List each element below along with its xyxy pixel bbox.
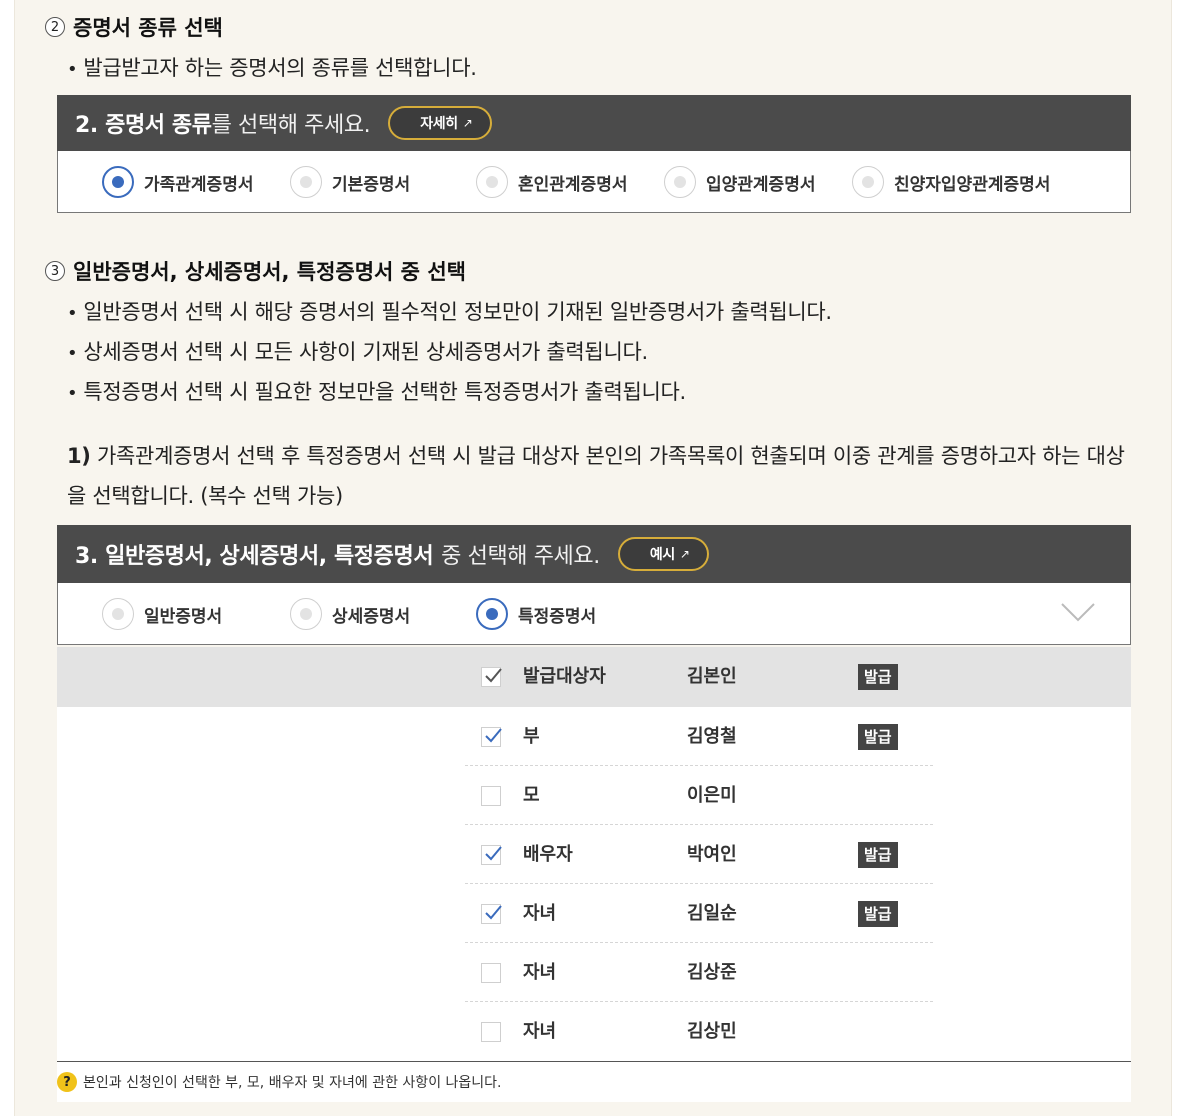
check-icon bbox=[485, 846, 502, 861]
radio-circle-icon bbox=[290, 598, 322, 630]
family-row: 발급대상자 김본인 발급 bbox=[57, 647, 1131, 707]
family-checkbox[interactable] bbox=[481, 904, 502, 924]
issue-badge: 발급 bbox=[858, 901, 898, 927]
section3-bullet-1: 일반증명서 선택 시 해당 증명서의 필수적인 정보만이 기재된 일반증명서가 … bbox=[67, 296, 832, 326]
family-relation: 부 bbox=[523, 726, 540, 747]
radio-label: 입양관계증명서 bbox=[706, 174, 816, 195]
header-strong: 3. 일반증명서, 상세증명서, 특정증명서 bbox=[75, 544, 434, 569]
family-checkbox[interactable] bbox=[481, 667, 502, 687]
radio-circle-icon bbox=[102, 598, 134, 630]
section3-title: 3 일반증명서, 상세증명서, 특정증명서 중 선택 bbox=[45, 256, 466, 286]
example-button-label: 예시 bbox=[649, 547, 675, 563]
family-name: 김영철 bbox=[687, 726, 737, 747]
radio-label: 일반증명서 bbox=[144, 606, 223, 627]
certificate-type-options: 가족관계증명서 기본증명서 혼인관계증명서 입양관계증명서 친양자입양관계증명서 bbox=[57, 151, 1131, 213]
radio-label: 상세증명서 bbox=[332, 606, 411, 627]
family-row: 자녀 김일순 발급 bbox=[57, 884, 1131, 943]
family-row: 부 김영철 발급 bbox=[57, 707, 1131, 766]
family-checkbox[interactable] bbox=[481, 963, 501, 983]
family-name: 박여인 bbox=[687, 844, 737, 865]
radio-circle-icon bbox=[664, 166, 696, 198]
footnote: ? 본인과 신청인이 선택한 부, 모, 배우자 및 자녀에 관한 사항이 나옵… bbox=[57, 1062, 1131, 1102]
radio-label: 특정증명서 bbox=[518, 606, 597, 627]
family-relation: 발급대상자 bbox=[523, 666, 606, 687]
instruction-text: 가족관계증명서 선택 후 특정증명서 선택 시 발급 대상자 본인의 가족목록이… bbox=[67, 444, 1125, 508]
section3-bullet-3: 특정증명서 선택 시 필요한 정보만을 선택한 특정증명서가 출력됩니다. bbox=[67, 376, 686, 406]
radio-circle-icon bbox=[476, 166, 508, 198]
check-icon bbox=[485, 668, 502, 683]
header-light: 중 선택해 주세요. bbox=[441, 544, 600, 569]
issue-badge: 발급 bbox=[858, 664, 898, 690]
check-icon bbox=[485, 905, 502, 920]
detail-button[interactable]: 자세히 ↗ bbox=[388, 106, 493, 140]
question-icon: ? bbox=[57, 1072, 77, 1092]
family-relation: 자녀 bbox=[523, 903, 557, 924]
issue-badge: 발급 bbox=[858, 842, 898, 868]
family-checkbox[interactable] bbox=[481, 727, 502, 747]
header-strong: 2. 증명서 종류 bbox=[75, 113, 212, 138]
radio-family-relation[interactable]: 가족관계증명서 bbox=[102, 151, 253, 213]
certificate-type-panel: 2. 증명서 종류 를 선택해 주세요. 자세히 ↗ 가족관계증명서 기본증명서… bbox=[57, 95, 1131, 213]
example-button[interactable]: 예시 ↗ bbox=[617, 537, 710, 571]
family-relation: 배우자 bbox=[523, 844, 573, 865]
radio-marriage[interactable]: 혼인관계증명서 bbox=[476, 151, 627, 213]
radio-specific[interactable]: 특정증명서 bbox=[476, 583, 596, 645]
radio-basic[interactable]: 기본증명서 bbox=[290, 151, 410, 213]
radio-full-adoption[interactable]: 친양자입양관계증명서 bbox=[852, 151, 1050, 213]
family-name: 김상준 bbox=[687, 962, 737, 983]
family-row: 자녀 김상민 bbox=[57, 1002, 1131, 1061]
section3-bullet-2: 상세증명서 선택 시 모든 사항이 기재된 상세증명서가 출력됩니다. bbox=[67, 336, 648, 366]
radio-label: 기본증명서 bbox=[332, 174, 411, 195]
family-relation: 자녀 bbox=[523, 962, 557, 983]
family-list: 발급대상자 김본인 발급 부 김영철 발급 모 이은미 배우자 박여인 발급 자… bbox=[57, 647, 1131, 1061]
section2-bullet: 발급받고자 하는 증명서의 종류를 선택합니다. bbox=[67, 52, 477, 82]
external-link-icon: ↗ bbox=[679, 547, 690, 561]
section3-instruction: 1) 가족관계증명서 선택 후 특정증명서 선택 시 발급 대상자 본인의 가족… bbox=[67, 436, 1137, 516]
radio-label: 혼인관계증명서 bbox=[518, 174, 628, 195]
detail-button-label: 자세히 bbox=[420, 116, 458, 132]
radio-label: 친양자입양관계증명서 bbox=[894, 174, 1051, 195]
family-relation: 자녀 bbox=[523, 1021, 557, 1042]
radio-detailed[interactable]: 상세증명서 bbox=[290, 583, 410, 645]
family-row: 자녀 김상준 bbox=[57, 943, 1131, 1002]
cert-detail-options: 일반증명서 상세증명서 특정증명서 bbox=[57, 583, 1131, 645]
issue-badge: 발급 bbox=[858, 724, 898, 750]
section3-title-text: 일반증명서, 상세증명서, 특정증명서 중 선택 bbox=[73, 260, 466, 284]
section2-number: 2 bbox=[45, 17, 65, 37]
instruction-number: 1) bbox=[67, 444, 91, 468]
family-name: 김일순 bbox=[687, 903, 737, 924]
family-checkbox[interactable] bbox=[481, 845, 502, 865]
radio-circle-icon bbox=[476, 598, 508, 630]
section3-number: 3 bbox=[45, 261, 65, 281]
family-relation: 모 bbox=[523, 785, 540, 806]
section2-title: 2 증명서 종류 선택 bbox=[45, 12, 223, 42]
header-light: 를 선택해 주세요. bbox=[211, 113, 371, 138]
family-name: 김상민 bbox=[687, 1021, 737, 1042]
family-name: 이은미 bbox=[687, 785, 737, 806]
radio-circle-icon bbox=[102, 166, 134, 198]
chevron-down-icon[interactable] bbox=[1060, 601, 1096, 623]
radio-circle-icon bbox=[290, 166, 322, 198]
family-name: 김본인 bbox=[687, 666, 737, 687]
family-row: 모 이은미 bbox=[57, 766, 1131, 825]
cert-detail-panel: 3. 일반증명서, 상세증명서, 특정증명서 중 선택해 주세요. 예시 ↗ 일… bbox=[57, 525, 1131, 645]
radio-circle-icon bbox=[852, 166, 884, 198]
radio-general[interactable]: 일반증명서 bbox=[102, 583, 222, 645]
footnote-text: 본인과 신청인이 선택한 부, 모, 배우자 및 자녀에 관한 사항이 나옵니다… bbox=[83, 1075, 502, 1091]
family-row: 배우자 박여인 발급 bbox=[57, 825, 1131, 884]
page-container: 2 증명서 종류 선택 발급받고자 하는 증명서의 종류를 선택합니다. 2. … bbox=[14, 0, 1172, 1116]
family-checkbox[interactable] bbox=[481, 1022, 501, 1042]
radio-label: 가족관계증명서 bbox=[144, 174, 254, 195]
certificate-type-header: 2. 증명서 종류 를 선택해 주세요. 자세히 ↗ bbox=[57, 95, 1131, 151]
external-link-icon: ↗ bbox=[462, 116, 473, 130]
cert-detail-header: 3. 일반증명서, 상세증명서, 특정증명서 중 선택해 주세요. 예시 ↗ bbox=[57, 525, 1131, 583]
family-checkbox[interactable] bbox=[481, 786, 501, 806]
section2-title-text: 증명서 종류 선택 bbox=[73, 16, 223, 40]
check-icon bbox=[485, 728, 502, 743]
radio-adoption[interactable]: 입양관계증명서 bbox=[664, 151, 815, 213]
